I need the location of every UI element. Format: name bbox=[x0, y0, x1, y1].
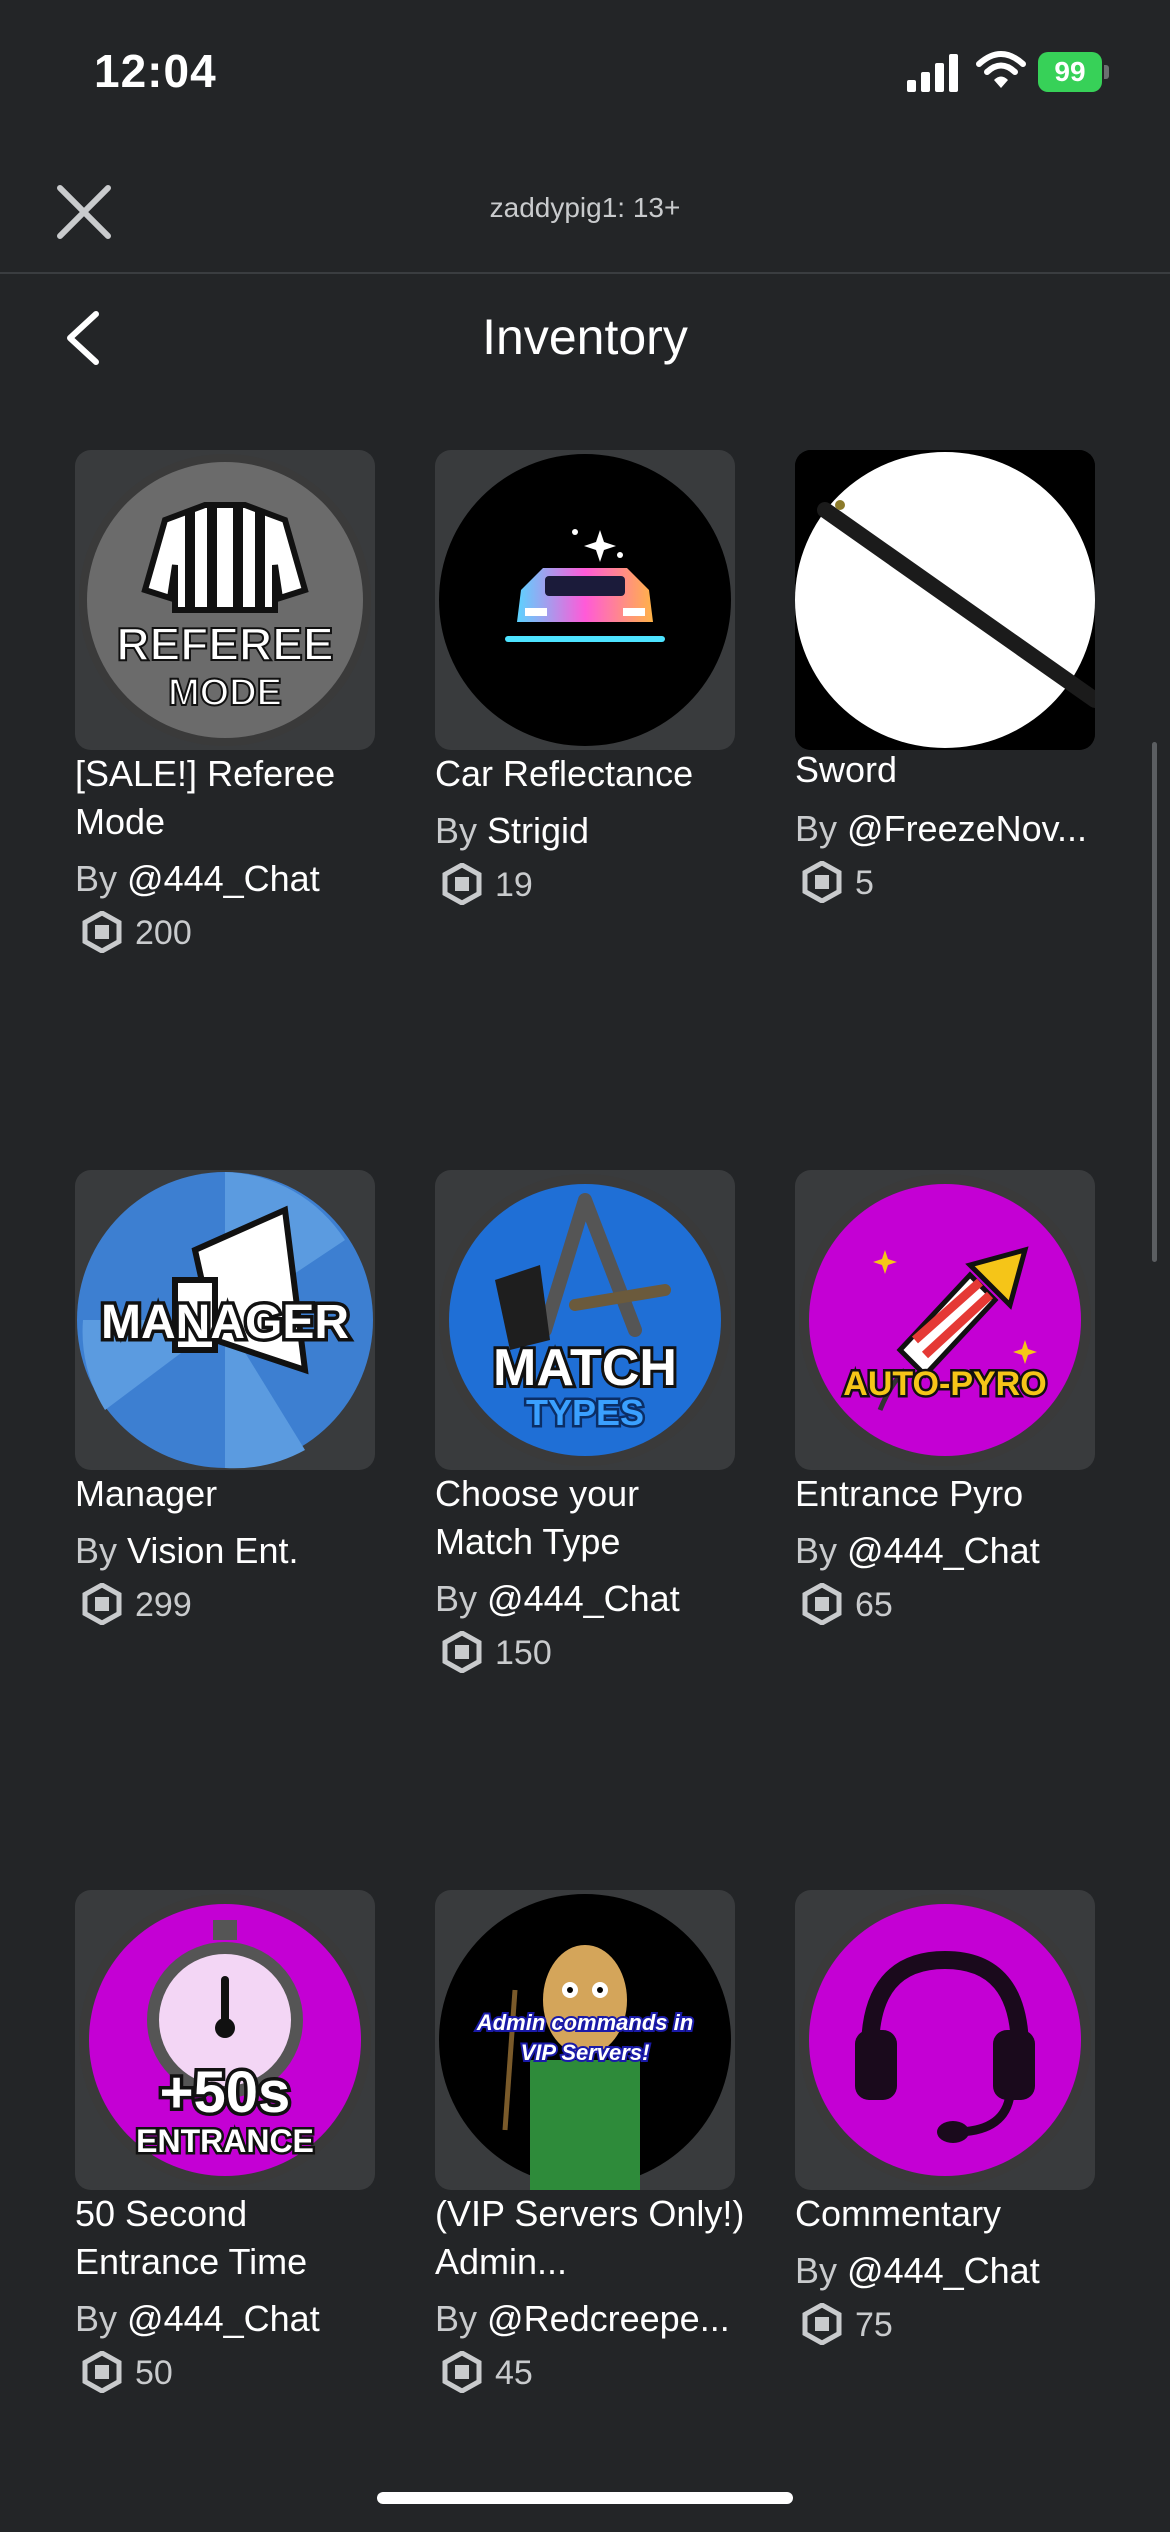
robux-icon bbox=[802, 2303, 842, 2346]
item-thumbnail[interactable]: Admin commands in VIP Servers! bbox=[435, 1890, 735, 2190]
item-name: (VIP Servers Only!) Admin... bbox=[435, 2193, 745, 2282]
price-value: 299 bbox=[135, 1586, 192, 1624]
creator-by-label: By bbox=[75, 2298, 118, 2339]
item-creator[interactable]: By Vision Ent. bbox=[75, 1527, 415, 1575]
price-value: 150 bbox=[495, 1634, 552, 1672]
thumb-text-mode: MODE bbox=[168, 672, 282, 714]
creator-by-label: By bbox=[795, 2250, 838, 2291]
item-price: 75 bbox=[801, 2300, 893, 2350]
headset-icon bbox=[799, 1894, 1091, 2186]
item-price: 299 bbox=[81, 1580, 192, 1630]
item-name: Sword bbox=[795, 749, 898, 790]
item-creator[interactable]: By @444_Chat bbox=[795, 1527, 1135, 1575]
item-name: [SALE!] Referee Mode bbox=[75, 753, 336, 842]
item-thumbnail[interactable]: REFEREE MODE bbox=[75, 450, 375, 750]
firework-icon: AUTO-PYRO bbox=[799, 1174, 1091, 1466]
price-value: 50 bbox=[135, 2354, 173, 2392]
item-price: 65 bbox=[801, 1580, 893, 1630]
price-value: 45 bbox=[495, 2354, 533, 2392]
megaphone-icon: MANAGER bbox=[77, 1172, 373, 1469]
sword-icon bbox=[795, 450, 1095, 750]
match-types-icon: MATCH TYPES bbox=[439, 1174, 731, 1466]
inventory-grid: REFEREE MODE [SALE!] Referee Mode By @44… bbox=[0, 0, 1170, 2532]
stopwatch-icon: +50s ENTRANCE bbox=[79, 1894, 371, 2186]
robux-icon bbox=[82, 1583, 122, 1626]
creator-name: @Redcreepe... bbox=[487, 2298, 730, 2339]
robux-icon bbox=[442, 2351, 482, 2394]
creator-by-label: By bbox=[75, 858, 118, 899]
item-name: Commentary bbox=[795, 2193, 1002, 2234]
item-thumbnail[interactable]: AUTO-PYRO bbox=[795, 1170, 1095, 1470]
creator-name: @444_Chat bbox=[847, 2250, 1040, 2291]
item-thumbnail[interactable]: MANAGER bbox=[75, 1170, 375, 1470]
item-name: Manager bbox=[75, 1473, 218, 1514]
thumb-text-50s: +50s bbox=[160, 2060, 291, 2125]
item-thumbnail[interactable]: MATCH TYPES bbox=[435, 1170, 735, 1470]
robux-icon bbox=[802, 861, 842, 904]
item-thumbnail[interactable]: +50s ENTRANCE bbox=[75, 1890, 375, 2190]
creator-by-label: By bbox=[795, 1530, 838, 1571]
creator-name: Vision Ent. bbox=[127, 1530, 299, 1571]
robux-icon bbox=[82, 2351, 122, 2394]
thumb-text-match: MATCH bbox=[493, 1339, 677, 1397]
thumb-text-types: TYPES bbox=[526, 1392, 644, 1433]
thumb-text-referee: REFEREE bbox=[116, 618, 333, 670]
creator-by-label: By bbox=[435, 810, 478, 851]
price-value: 65 bbox=[855, 1586, 893, 1624]
item-creator[interactable]: By @444_Chat bbox=[435, 1575, 775, 1623]
item-name: Car Reflectance bbox=[435, 753, 694, 794]
scrollbar[interactable] bbox=[1152, 742, 1157, 1262]
item-price: 150 bbox=[441, 1628, 552, 1678]
creator-name: @444_Chat bbox=[487, 1578, 680, 1619]
item-name: Choose your Match Type bbox=[435, 1473, 640, 1562]
creator-name: @444_Chat bbox=[127, 858, 320, 899]
item-thumbnail[interactable] bbox=[435, 450, 735, 750]
thumb-text-admin: Admin commands in bbox=[476, 2010, 693, 2035]
item-name: 50 Second Entrance Time bbox=[75, 2193, 308, 2282]
item-thumbnail[interactable] bbox=[795, 450, 1095, 750]
item-creator[interactable]: By @444_Chat bbox=[75, 855, 415, 903]
home-indicator[interactable] bbox=[377, 2492, 793, 2504]
robux-icon bbox=[442, 863, 482, 906]
price-value: 5 bbox=[855, 864, 874, 902]
item-name: Entrance Pyro bbox=[795, 1473, 1024, 1514]
creator-by-label: By bbox=[435, 1578, 478, 1619]
item-price: 50 bbox=[81, 2348, 173, 2398]
item-price: 5 bbox=[801, 858, 874, 908]
item-creator[interactable]: By Strigid bbox=[435, 807, 775, 855]
thumb-text-entrance: ENTRANCE bbox=[136, 2123, 314, 2159]
creator-name: @444_Chat bbox=[847, 1530, 1040, 1571]
creator-by-label: By bbox=[435, 2298, 478, 2339]
creator-name: Strigid bbox=[487, 810, 590, 851]
item-creator[interactable]: By @FreezeNov... bbox=[795, 805, 1135, 853]
price-value: 75 bbox=[855, 2306, 893, 2344]
item-price: 45 bbox=[441, 2348, 533, 2398]
creator-by-label: By bbox=[75, 1530, 118, 1571]
item-price: 19 bbox=[441, 860, 533, 910]
item-creator[interactable]: By @444_Chat bbox=[795, 2247, 1135, 2295]
car-icon bbox=[439, 454, 731, 746]
robux-icon bbox=[82, 911, 122, 954]
referee-mode-icon: REFEREE MODE bbox=[79, 454, 371, 746]
creator-by-label: By bbox=[795, 808, 838, 849]
price-value: 19 bbox=[495, 866, 533, 904]
item-creator[interactable]: By @Redcreepe... bbox=[435, 2295, 775, 2343]
creator-name: @444_Chat bbox=[127, 2298, 320, 2339]
item-price: 200 bbox=[81, 908, 192, 958]
thumb-text-auto-pyro: AUTO-PYRO bbox=[843, 1365, 1046, 1403]
robux-icon bbox=[802, 1583, 842, 1626]
thumb-text-vip: VIP Servers! bbox=[521, 2040, 650, 2065]
creator-name: @FreezeNov... bbox=[847, 808, 1087, 849]
item-creator[interactable]: By @444_Chat bbox=[75, 2295, 415, 2343]
robux-icon bbox=[442, 1631, 482, 1674]
item-thumbnail[interactable] bbox=[795, 1890, 1095, 2190]
thumb-text-manager: MANAGER bbox=[101, 1296, 349, 1349]
admin-character-icon: Admin commands in VIP Servers! bbox=[439, 1894, 731, 2190]
price-value: 200 bbox=[135, 914, 192, 952]
